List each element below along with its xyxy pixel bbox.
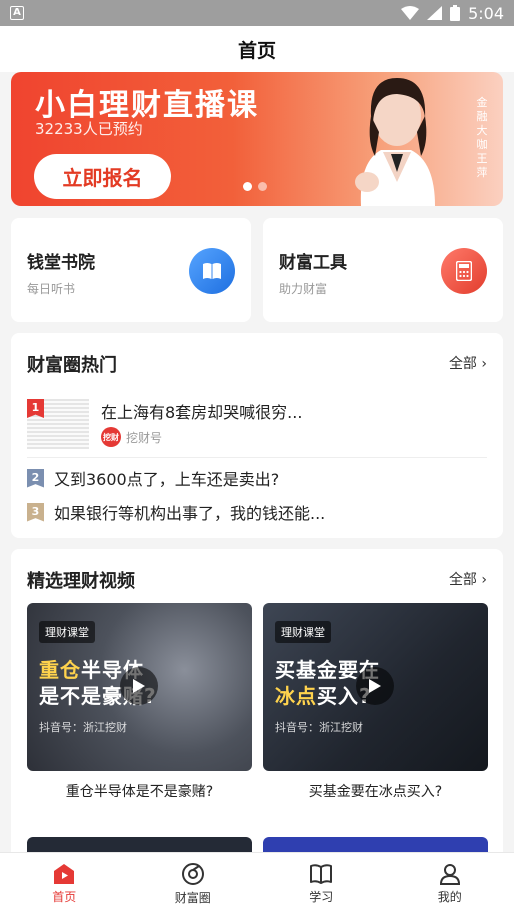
video-thumbnail-partial[interactable] (27, 837, 252, 852)
post-title: 又到3600点了，上车还是卖出? (54, 470, 280, 489)
feature-subtitle: 每日听书 (27, 282, 76, 296)
main-content: 小白理财直播课 32233人已预约 立即报名 金融大咖 王萍 钱堂书院 每日听书… (0, 72, 514, 852)
rank-badge: 3 (27, 502, 44, 522)
view-all-link[interactable]: 全部 › (449, 353, 487, 373)
battery-icon (450, 5, 461, 21)
feature-title: 财富工具 (279, 253, 347, 273)
video-tag: 理财课堂 (39, 621, 95, 643)
feature-card-books[interactable]: 钱堂书院 每日听书 (11, 218, 251, 322)
feature-subtitle: 助力财富 (279, 282, 328, 296)
signal-icon (427, 6, 443, 20)
chevron-right-icon: › (481, 356, 487, 372)
view-all-link[interactable]: 全部 › (449, 569, 487, 589)
video-card[interactable]: 理财课堂 重仓半导体 是不是豪赌? 抖音号：浙江挖财 重仓半导体是不是豪赌? (27, 603, 252, 801)
calculator-icon (441, 248, 487, 294)
tab-label: 学习 (309, 889, 334, 904)
play-icon[interactable] (356, 667, 394, 705)
video-caption: 买基金要在冰点买入? (308, 784, 443, 800)
wifi-icon (401, 6, 420, 20)
carousel-indicator (243, 182, 267, 191)
notification-icon: A (10, 6, 24, 20)
list-item[interactable]: 1 在上海有8套房却哭喊很穷... 挖财 挖财号 (27, 395, 487, 451)
list-item[interactable]: 2 又到3600点了，上车还是卖出? (27, 466, 487, 490)
section-title: 财富圈热门 (27, 355, 117, 376)
bottom-tab-bar: 首页 财富圈 学习 我的 (0, 852, 514, 914)
videos-section: 精选理财视频 全部 › 理财课堂 重仓半导体 是不是豪赌? 抖音号：浙江挖财 重… (11, 549, 503, 852)
tab-home[interactable]: 首页 (0, 853, 129, 914)
chevron-right-icon: › (481, 572, 487, 588)
video-source: 抖音号：浙江挖财 (39, 721, 127, 734)
compass-icon (181, 862, 204, 885)
post-title: 在上海有8套房却哭喊很穷... (101, 403, 303, 422)
post-title: 如果银行等机构出事了，我的钱还能... (54, 504, 326, 523)
book-icon (189, 248, 235, 294)
feature-card-tools[interactable]: 财富工具 助力财富 (263, 218, 503, 322)
rank-badge: 2 (27, 468, 44, 488)
video-caption: 重仓半导体是不是豪赌? (65, 784, 214, 800)
section-title: 精选理财视频 (27, 571, 135, 592)
video-thumbnail-partial[interactable] (263, 837, 488, 852)
tab-label: 财富圈 (174, 890, 211, 905)
play-icon[interactable] (120, 667, 158, 705)
banner-side-text: 金融大咖 王萍 (476, 96, 488, 179)
page-title: 首页 (0, 26, 514, 72)
tab-learn[interactable]: 学习 (257, 853, 386, 914)
carousel-dot (258, 182, 267, 191)
clock: 5:04 (468, 3, 504, 23)
hot-topics-section: 财富圈热门 全部 › 1 在上海有8套房却哭喊很穷... 挖财 挖财号 2 又到… (11, 333, 503, 538)
tab-wealth-circle[interactable]: 财富圈 (129, 853, 258, 914)
video-thumbnail[interactable]: 理财课堂 买基金要在 冰点买入? 抖音号：浙江挖财 (263, 603, 488, 771)
video-thumbnail[interactable]: 理财课堂 重仓半导体 是不是豪赌? 抖音号：浙江挖财 (27, 603, 252, 771)
banner-subtitle: 32233人已预约 (35, 120, 143, 138)
source-logo: 挖财 (101, 427, 121, 447)
open-book-icon (310, 863, 333, 884)
video-card[interactable]: 理财课堂 买基金要在 冰点买入? 抖音号：浙江挖财 买基金要在冰点买入? (263, 603, 488, 801)
promo-banner[interactable]: 小白理财直播课 32233人已预约 立即报名 金融大咖 王萍 (11, 72, 503, 206)
post-source: 挖财 挖财号 (101, 427, 162, 447)
presenter-image (355, 78, 435, 206)
divider (27, 457, 487, 458)
list-item[interactable]: 3 如果银行等机构出事了，我的钱还能... (27, 500, 487, 524)
signup-button[interactable]: 立即报名 (34, 154, 171, 199)
video-source: 抖音号：浙江挖财 (275, 721, 363, 734)
person-icon (439, 863, 460, 885)
video-tag: 理财课堂 (275, 621, 331, 643)
tab-label: 首页 (52, 889, 77, 904)
home-icon (54, 863, 75, 884)
source-name: 挖财号 (126, 430, 163, 445)
carousel-dot-active (243, 182, 252, 191)
status-bar: A 5:04 (0, 0, 514, 26)
tab-mine[interactable]: 我的 (386, 853, 514, 914)
feature-title: 钱堂书院 (27, 253, 95, 273)
tab-label: 我的 (437, 889, 462, 904)
